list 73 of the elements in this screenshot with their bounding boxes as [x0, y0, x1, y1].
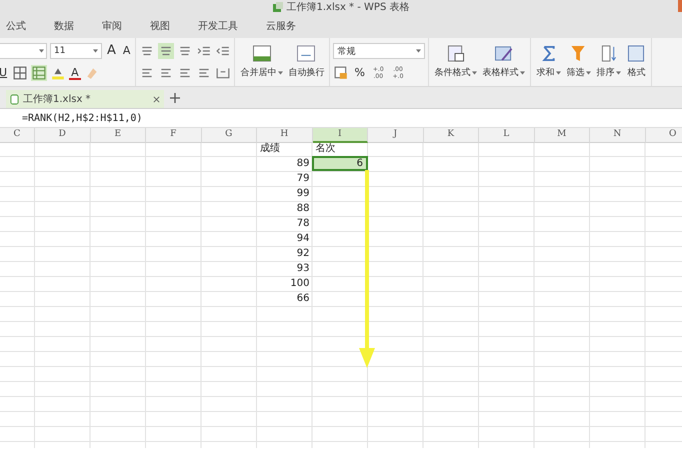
- sum-button[interactable]: 求和: [534, 45, 564, 79]
- column-header[interactable]: C: [0, 128, 35, 143]
- wrap-text-icon: [296, 45, 316, 62]
- format-icon: [626, 45, 646, 62]
- table-cell-text: 名次: [314, 142, 336, 156]
- window-title: 工作簿1.xlsx * - WPS 表格: [286, 0, 410, 14]
- table-cell-text: 92: [296, 247, 310, 261]
- table-cell-text: 94: [296, 232, 310, 246]
- conditional-format-button[interactable]: 条件格式: [432, 45, 480, 79]
- column-header[interactable]: K: [424, 128, 479, 143]
- column-header[interactable]: M: [534, 128, 590, 143]
- column-header[interactable]: F: [146, 128, 202, 143]
- menu-item[interactable]: 视图: [136, 19, 184, 33]
- menu-item[interactable]: 云服务: [252, 19, 310, 33]
- table-style-button[interactable]: 表格样式: [480, 45, 528, 79]
- table-cell-text: 78: [296, 217, 310, 231]
- filter-button[interactable]: 筛选: [564, 45, 594, 79]
- document-tab[interactable]: 工作簿1.xlsx *: [6, 90, 164, 108]
- table-cell-text: 66: [296, 292, 310, 306]
- conditional-format-icon: [446, 45, 466, 62]
- border-icon[interactable]: [12, 65, 28, 81]
- column-header[interactable]: O: [646, 128, 682, 143]
- table-cell-text: 93: [296, 262, 310, 276]
- percent-button[interactable]: %: [352, 66, 367, 80]
- add-icon[interactable]: [170, 92, 180, 102]
- column-header[interactable]: G: [202, 128, 257, 143]
- close-icon[interactable]: [153, 96, 160, 102]
- table-cell: 6: [312, 156, 368, 171]
- merge-center-button[interactable]: 合并居中: [238, 45, 286, 79]
- caret-icon: [616, 70, 622, 74]
- table-cell-text: 88: [296, 202, 310, 216]
- spreadsheet-icon: [272, 2, 283, 12]
- caret-icon: [39, 49, 44, 53]
- menu-item[interactable]: 数据: [40, 19, 88, 33]
- table-cell-text: 成绩: [259, 142, 281, 156]
- caret-icon: [93, 49, 98, 53]
- column-header[interactable]: H: [257, 128, 312, 143]
- table-cell-text: 89: [296, 157, 310, 171]
- table-cell-text: 79: [296, 172, 310, 186]
- caret-icon: [472, 70, 478, 74]
- table-cell-text: 100: [289, 277, 310, 291]
- format-button[interactable]: 格式: [624, 45, 648, 79]
- currency-icon[interactable]: [333, 65, 350, 81]
- grow-font-button[interactable]: A: [105, 44, 118, 58]
- formula-field[interactable]: =RANK(H2,H$2:H$11,0): [22, 112, 142, 124]
- menu-item[interactable]: 审阅: [88, 19, 136, 33]
- menu-item[interactable]: 开发工具: [184, 19, 252, 33]
- font-color-button[interactable]: A: [69, 66, 81, 80]
- font-name-field[interactable]: [0, 43, 47, 59]
- wrap-text-button[interactable]: 自动换行: [286, 45, 326, 79]
- caret-icon: [278, 70, 284, 74]
- table-brush-icon: [494, 45, 514, 62]
- underline-button[interactable]: U: [0, 66, 10, 80]
- menu-item[interactable]: 公式: [6, 19, 40, 33]
- number-format-field[interactable]: 常规: [333, 43, 426, 59]
- font-size-field[interactable]: 11: [50, 43, 102, 59]
- column-header[interactable]: I: [312, 128, 368, 143]
- caret-icon: [586, 70, 592, 74]
- column-header[interactable]: N: [590, 128, 646, 143]
- spreadsheet-file-icon: [10, 94, 19, 104]
- column-header[interactable]: D: [35, 128, 90, 143]
- align-icon[interactable]: [158, 43, 174, 59]
- caret-icon: [416, 49, 422, 53]
- merge-cells-icon: [252, 45, 272, 62]
- caret-icon: [520, 70, 526, 74]
- column-header[interactable]: L: [479, 128, 534, 143]
- shrink-font-button[interactable]: A: [120, 44, 132, 58]
- sort-button[interactable]: 排序: [594, 45, 624, 79]
- caret-icon: [556, 70, 562, 74]
- table-cell-text: 99: [296, 187, 310, 201]
- column-header[interactable]: J: [368, 128, 424, 143]
- cell-style-icon[interactable]: [31, 65, 48, 81]
- column-header[interactable]: E: [90, 128, 146, 143]
